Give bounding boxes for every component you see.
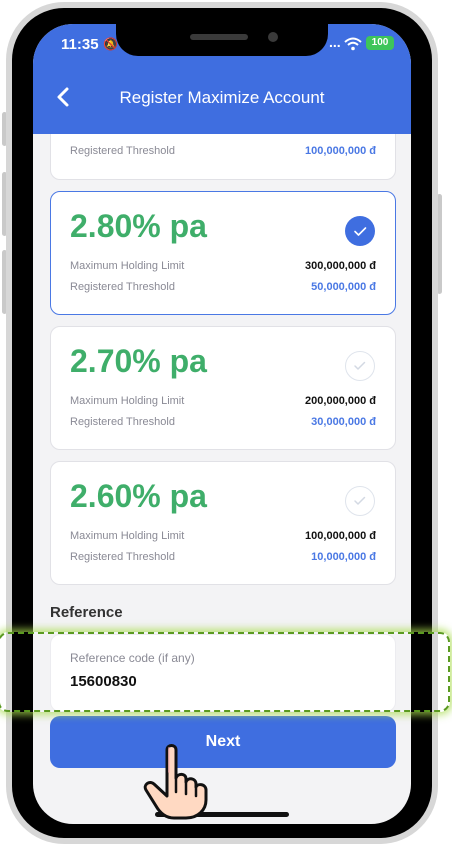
signal-dots: ... (329, 34, 341, 50)
plan-card-2-60[interactable]: 2.60% pa Maximum Holding Limit 100,000,0… (50, 461, 396, 585)
threshold-label: Registered Threshold (70, 416, 175, 428)
notch-speaker (190, 34, 248, 40)
limit-label: Maximum Holding Limit (70, 395, 185, 407)
threshold-value: 50,000,000 đ (311, 281, 376, 293)
plan-card-2-80[interactable]: 2.80% pa Maximum Holding Limit 300,000,0… (50, 191, 396, 315)
limit-value: 200,000,000 đ (305, 395, 376, 407)
check-circle-icon (345, 486, 375, 516)
threshold-label: Registered Threshold (70, 145, 175, 157)
phone-notch (116, 24, 328, 56)
threshold-label: Registered Threshold (70, 551, 175, 563)
plan-rate: 2.70% pa (70, 343, 207, 379)
limit-value: 300,000,000 đ (305, 260, 376, 272)
tap-hand-icon (143, 744, 208, 820)
limit-label: Maximum Holding Limit (70, 260, 185, 272)
limit-value: 100,000,000 đ (305, 530, 376, 542)
plan-rate: 2.60% pa (70, 478, 207, 514)
status-time: 11:35 (61, 36, 99, 53)
wifi-icon (344, 37, 362, 51)
limit-label: Maximum Holding Limit (70, 530, 185, 542)
page-title: Register Maximize Account (119, 88, 325, 107)
plan-card-partial[interactable]: Registered Threshold 100,000,000 đ (50, 134, 396, 180)
check-circle-icon (345, 351, 375, 381)
threshold-value: 10,000,000 đ (311, 551, 376, 563)
threshold-value: 100,000,000 đ (305, 145, 376, 157)
plan-list: Registered Threshold 100,000,000 đ 2.80%… (33, 134, 411, 824)
plan-rate: 2.80% pa (70, 208, 207, 244)
next-button[interactable]: Next (50, 716, 396, 768)
threshold-value: 30,000,000 đ (311, 416, 376, 428)
battery-icon: 100 (366, 36, 394, 50)
reference-section-title: Reference (50, 604, 123, 621)
plan-card-2-70[interactable]: 2.70% pa Maximum Holding Limit 200,000,0… (50, 326, 396, 450)
reference-field-highlight (0, 632, 450, 712)
threshold-label: Registered Threshold (70, 281, 175, 293)
notch-camera (268, 32, 278, 42)
check-circle-icon (345, 216, 375, 246)
